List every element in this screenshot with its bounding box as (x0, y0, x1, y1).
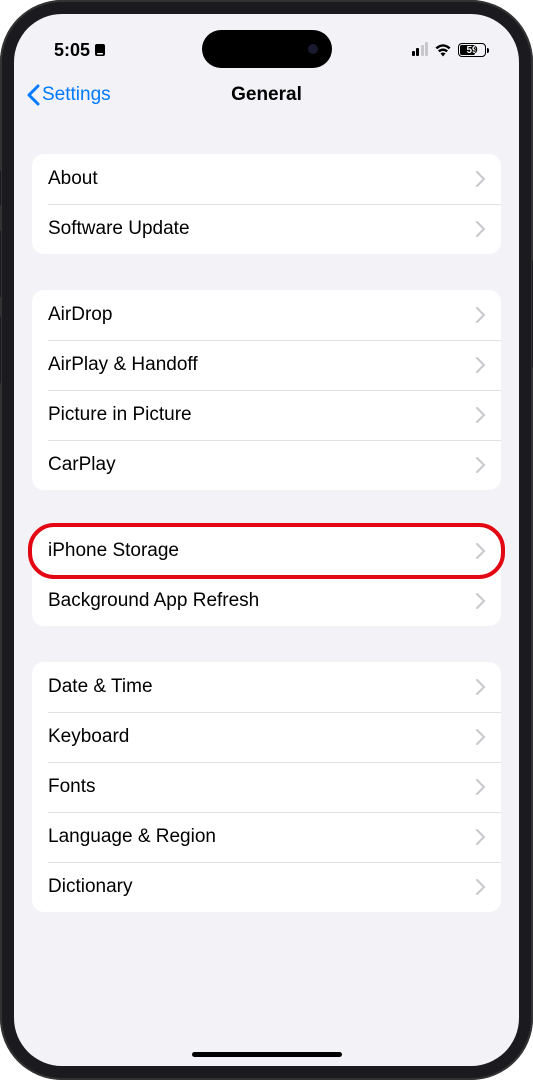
chevron-right-icon (476, 221, 485, 237)
row-language-region[interactable]: Language & Region (32, 812, 501, 862)
chevron-left-icon (26, 84, 40, 106)
section-storage: iPhone Storage Background App Refresh (32, 526, 501, 626)
section-system: Date & Time Keyboard Fonts Language & Re… (32, 662, 501, 912)
battery-percent: 59 (466, 45, 477, 56)
battery-icon: 59 (458, 43, 489, 57)
home-indicator[interactable] (192, 1052, 342, 1057)
row-dictionary[interactable]: Dictionary (32, 862, 501, 912)
row-label: Language & Region (48, 826, 216, 848)
row-iphone-storage[interactable]: iPhone Storage (32, 526, 501, 576)
chevron-right-icon (476, 593, 485, 609)
row-label: AirDrop (48, 304, 112, 326)
chevron-right-icon (476, 679, 485, 695)
row-label: Fonts (48, 776, 96, 798)
row-label: Date & Time (48, 676, 153, 698)
row-software-update[interactable]: Software Update (32, 204, 501, 254)
chevron-right-icon (476, 729, 485, 745)
chevron-right-icon (476, 543, 485, 559)
chevron-right-icon (476, 357, 485, 373)
row-airdrop[interactable]: AirDrop (32, 290, 501, 340)
row-date-time[interactable]: Date & Time (32, 662, 501, 712)
row-label: Background App Refresh (48, 590, 259, 612)
chevron-right-icon (476, 829, 485, 845)
chevron-right-icon (476, 879, 485, 895)
time-text: 5:05 (54, 40, 90, 61)
chevron-right-icon (476, 407, 485, 423)
row-label: iPhone Storage (48, 540, 179, 562)
chevron-right-icon (476, 779, 485, 795)
row-label: Picture in Picture (48, 404, 192, 426)
silent-switch (0, 170, 1, 206)
volume-down-button (0, 316, 1, 384)
wifi-icon (434, 43, 452, 57)
section-connectivity: AirDrop AirPlay & Handoff Picture in Pic… (32, 290, 501, 490)
row-label: About (48, 168, 98, 190)
back-label: Settings (42, 84, 111, 106)
row-label: Keyboard (48, 726, 129, 748)
navigation-bar: Settings General (14, 72, 519, 118)
row-picture-in-picture[interactable]: Picture in Picture (32, 390, 501, 440)
row-label: Software Update (48, 218, 190, 240)
row-label: AirPlay & Handoff (48, 354, 198, 376)
content-area: About Software Update AirDrop AirPlay & … (14, 118, 519, 912)
screen: 5:05 59 Settings (14, 14, 519, 1066)
row-label: CarPlay (48, 454, 116, 476)
chevron-right-icon (476, 457, 485, 473)
row-about[interactable]: About (32, 154, 501, 204)
chevron-right-icon (476, 307, 485, 323)
dynamic-island (202, 30, 332, 68)
row-carplay[interactable]: CarPlay (32, 440, 501, 490)
row-keyboard[interactable]: Keyboard (32, 712, 501, 762)
status-icons: 59 (412, 43, 490, 57)
cellular-signal-icon (412, 44, 429, 56)
portrait-lock-icon (94, 43, 106, 57)
row-background-app-refresh[interactable]: Background App Refresh (32, 576, 501, 626)
row-airplay-handoff[interactable]: AirPlay & Handoff (32, 340, 501, 390)
status-time: 5:05 (54, 40, 106, 61)
chevron-right-icon (476, 171, 485, 187)
row-label: Dictionary (48, 876, 132, 898)
volume-up-button (0, 230, 1, 298)
back-button[interactable]: Settings (26, 84, 111, 106)
section-device-info: About Software Update (32, 154, 501, 254)
phone-frame: 5:05 59 Settings (0, 0, 533, 1080)
row-fonts[interactable]: Fonts (32, 762, 501, 812)
